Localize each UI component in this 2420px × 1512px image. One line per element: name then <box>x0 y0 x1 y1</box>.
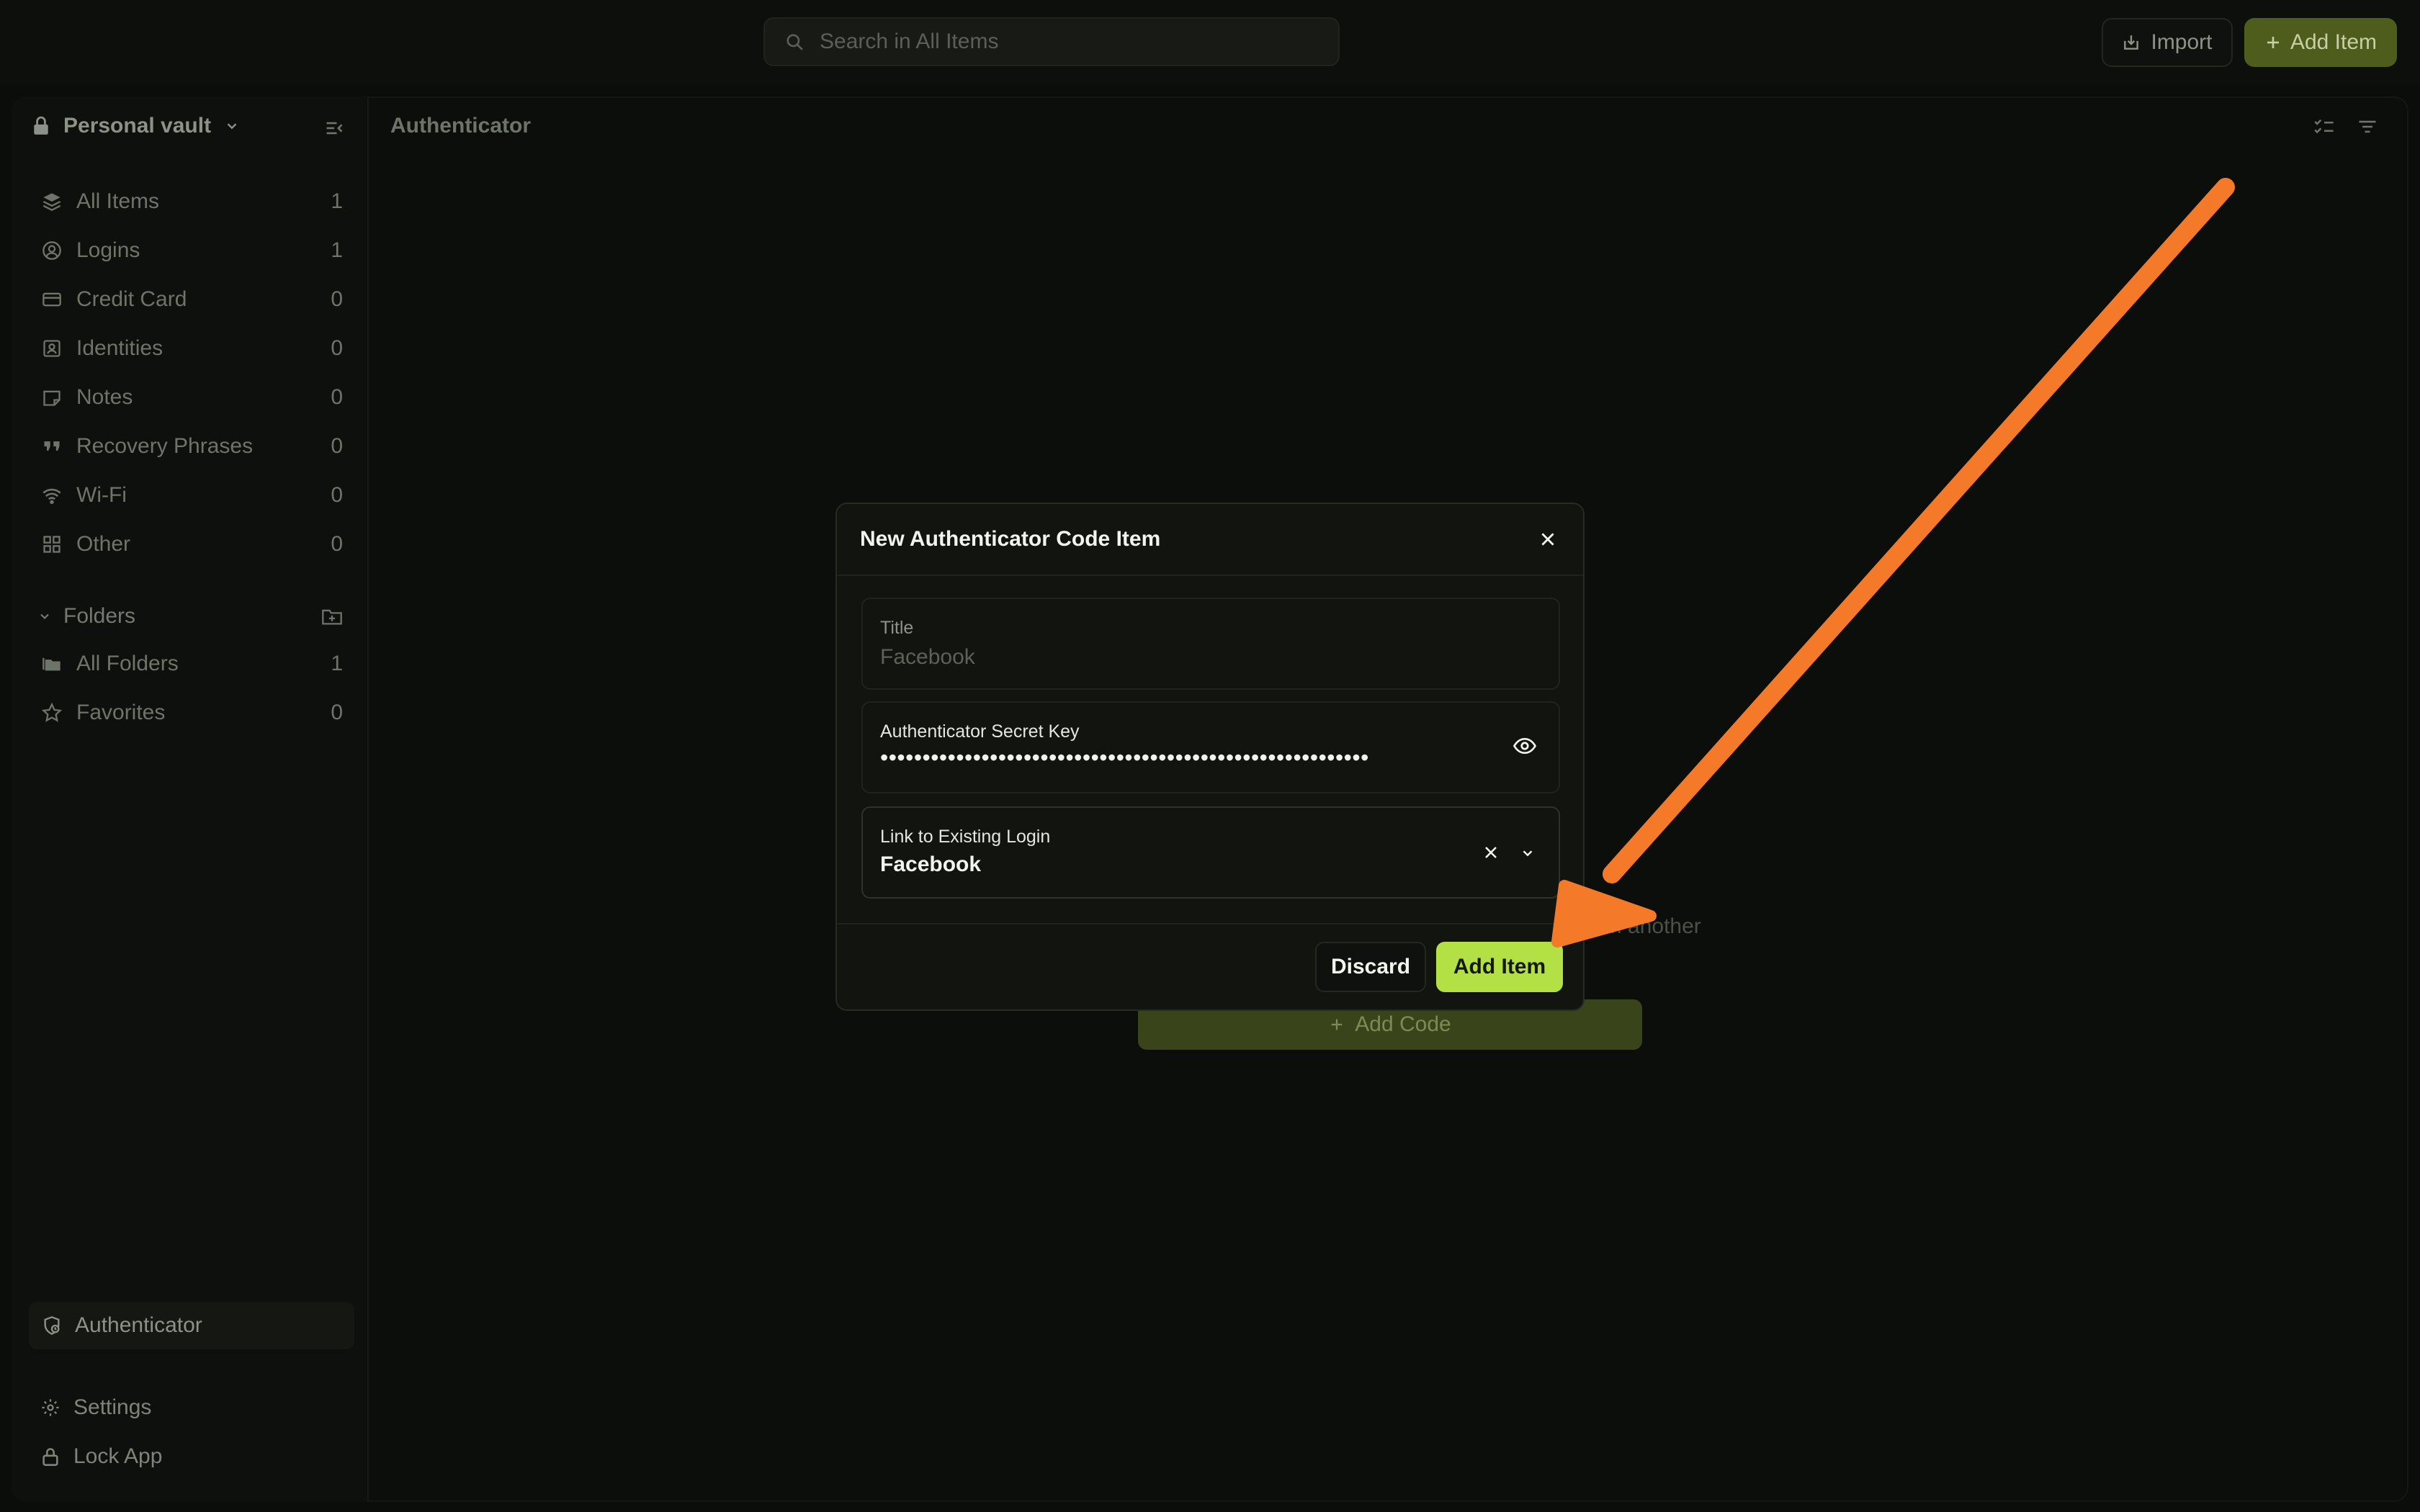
add-code-label: Add Code <box>1355 1012 1451 1036</box>
link-login-value: Facebook <box>880 852 982 876</box>
title-field-placeholder: Facebook <box>880 645 975 669</box>
folders-header[interactable]: Folders <box>37 595 343 638</box>
chevron-down-icon[interactable] <box>1520 845 1536 861</box>
chevron-down-icon <box>37 609 52 624</box>
gear-icon <box>40 1398 60 1418</box>
sidebar-item-recovery-phrases[interactable]: Recovery Phrases 0 <box>40 425 343 468</box>
sidebar-item-lock-app[interactable]: Lock App <box>40 1444 162 1469</box>
link-login-label: Link to Existing Login <box>880 827 1051 847</box>
add-folder-icon[interactable] <box>321 606 343 626</box>
lock-icon <box>40 1446 60 1467</box>
sidebar-item-all-folders[interactable]: All Folders 1 <box>40 642 343 685</box>
sidebar-item-other[interactable]: Other 0 <box>40 523 343 566</box>
sidebar-item-all-items[interactable]: All Items 1 <box>40 180 343 223</box>
user-circle-icon <box>40 240 63 261</box>
modal-divider <box>837 923 1583 924</box>
layers-icon <box>40 192 63 212</box>
sidebar-item-count: 0 <box>331 385 343 409</box>
close-icon[interactable] <box>1538 530 1557 549</box>
chevron-down-icon <box>224 118 240 134</box>
modal-header: New Authenticator Code Item <box>837 504 1583 576</box>
title-field-label: Title <box>880 618 914 638</box>
sidebar-item-notes[interactable]: Notes 0 <box>40 376 343 419</box>
empty-state-text: om another <box>1592 914 1701 938</box>
sidebar-item-label: All Items <box>76 189 160 213</box>
sidebar-item-count: 0 <box>331 287 343 311</box>
id-badge-icon <box>40 338 63 359</box>
sidebar-item-label: Favorites <box>76 701 166 724</box>
sidebar-item-identities[interactable]: Identities 0 <box>40 327 343 370</box>
grid-icon <box>40 534 63 554</box>
quote-icon <box>40 436 63 456</box>
shield-clock-icon <box>42 1315 62 1336</box>
search-icon <box>785 32 804 51</box>
sidebar-item-count: 1 <box>331 652 343 675</box>
sidebar-item-count: 0 <box>331 434 343 458</box>
settings-label: Settings <box>73 1395 152 1419</box>
sidebar-item-label: Notes <box>76 385 133 409</box>
search-placeholder: Search in All Items <box>820 30 999 53</box>
sidebar-item-label: Wi-Fi <box>76 483 127 507</box>
sidebar-item-credit-card[interactable]: Credit Card 0 <box>40 278 343 321</box>
top-bar: Search in All Items Import Add Item <box>0 0 2420 85</box>
clear-icon[interactable] <box>1482 844 1500 861</box>
sidebar-item-settings[interactable]: Settings <box>40 1395 151 1420</box>
lock-icon <box>32 116 50 136</box>
sidebar-item-label: All Folders <box>76 652 179 675</box>
sidebar-item-count: 1 <box>331 189 343 213</box>
secret-key-label: Authenticator Secret Key <box>880 721 1080 742</box>
add-item-confirm-button[interactable]: Add Item <box>1436 942 1563 992</box>
page-title: Authenticator <box>390 114 531 138</box>
import-icon <box>2122 33 2141 52</box>
modal-title: New Authenticator Code Item <box>860 527 1161 551</box>
collapse-sidebar-icon[interactable] <box>324 118 344 138</box>
filter-icon[interactable] <box>2357 117 2378 137</box>
sidebar-item-count: 0 <box>331 701 343 724</box>
search-input[interactable]: Search in All Items <box>763 17 1340 66</box>
authenticator-label: Authenticator <box>75 1313 202 1337</box>
sidebar-item-authenticator[interactable]: Authenticator <box>29 1302 354 1349</box>
add-item-button[interactable]: Add Item <box>2244 18 2397 67</box>
folders-label: Folders <box>63 604 136 628</box>
folders-icon <box>40 654 63 674</box>
sidebar-item-logins[interactable]: Logins 1 <box>40 229 343 272</box>
sidebar-item-label: Credit Card <box>76 287 187 311</box>
sidebar-item-label: Other <box>76 532 131 556</box>
note-icon <box>40 387 63 408</box>
vault-selector[interactable]: Personal vault <box>32 114 240 138</box>
content-toolbar <box>2313 117 2378 137</box>
sidebar-item-label: Recovery Phrases <box>76 434 254 458</box>
wifi-icon <box>40 485 63 505</box>
new-authenticator-modal: New Authenticator Code Item Title Facebo… <box>835 503 1585 1011</box>
import-label: Import <box>2151 30 2213 54</box>
plus-icon <box>2264 34 2282 51</box>
title-field[interactable]: Title Facebook <box>861 598 1560 690</box>
lock-app-label: Lock App <box>73 1444 163 1468</box>
checklist-icon[interactable] <box>2313 117 2335 137</box>
sidebar-item-label: Logins <box>76 238 140 262</box>
sidebar-item-count: 1 <box>331 238 343 262</box>
secret-key-field[interactable]: Authenticator Secret Key •••••••••••••••… <box>861 701 1560 793</box>
credit-card-icon <box>40 289 63 310</box>
sidebar-item-favorites[interactable]: Favorites 0 <box>40 691 343 734</box>
discard-button[interactable]: Discard <box>1315 942 1426 992</box>
secret-key-value: ••••••••••••••••••••••••••••••••••••••••… <box>880 744 1369 770</box>
add-item-label: Add Item <box>2290 30 2378 54</box>
sidebar-item-count: 0 <box>331 532 343 556</box>
star-icon <box>40 703 63 723</box>
sidebar-item-count: 0 <box>331 483 343 507</box>
vault-name: Personal vault <box>63 114 212 138</box>
sidebar-item-count: 0 <box>331 336 343 360</box>
sidebar-item-wifi[interactable]: Wi-Fi 0 <box>40 474 343 517</box>
plus-icon <box>1329 1017 1345 1032</box>
sidebar-item-label: Identities <box>76 336 163 360</box>
eye-icon[interactable] <box>1512 736 1537 756</box>
import-button[interactable]: Import <box>2102 18 2233 67</box>
link-login-field[interactable]: Link to Existing Login Facebook <box>861 806 1560 899</box>
